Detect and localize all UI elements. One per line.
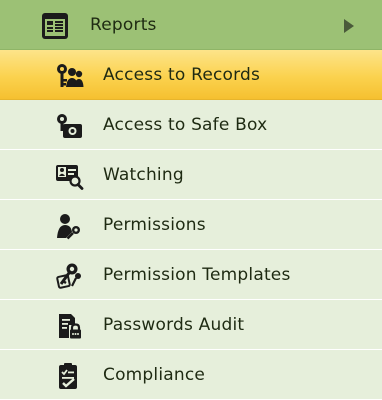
menu-item-label: Compliance [103,365,206,385]
menu-item-permissions[interactable]: Permissions [0,200,382,250]
menu-item-compliance[interactable]: Compliance [0,350,382,400]
menu-item-access-to-records[interactable]: Access to Records [0,50,382,100]
document-lock-icon [54,312,84,340]
menu-item-label: Permissions [103,215,206,235]
users-key-icon [54,62,84,90]
menu-item-label: Access to Records [103,65,261,85]
reports-header[interactable]: Reports [0,0,382,50]
reports-menu: Reports Access to Records Access to Safe… [0,0,382,400]
menu-item-label: Watching [103,165,184,185]
chevron-right-icon[interactable] [343,18,355,34]
menu-item-watching[interactable]: Watching [0,150,382,200]
menu-item-passwords-audit[interactable]: Passwords Audit [0,300,382,350]
clipboard-check-icon [54,362,84,390]
reports-label: Reports [90,15,157,35]
person-key-icon [54,212,84,240]
menu-item-label: Access to Safe Box [103,115,268,135]
safe-box-key-icon [54,112,84,140]
menu-item-permission-templates[interactable]: Permission Templates [0,250,382,300]
templates-key-icon [54,262,84,290]
menu-item-label: Passwords Audit [103,315,245,335]
report-table-icon [40,11,70,41]
menu-item-label: Permission Templates [103,265,291,285]
id-card-search-icon [54,162,84,190]
menu-item-access-to-safe-box[interactable]: Access to Safe Box [0,100,382,150]
